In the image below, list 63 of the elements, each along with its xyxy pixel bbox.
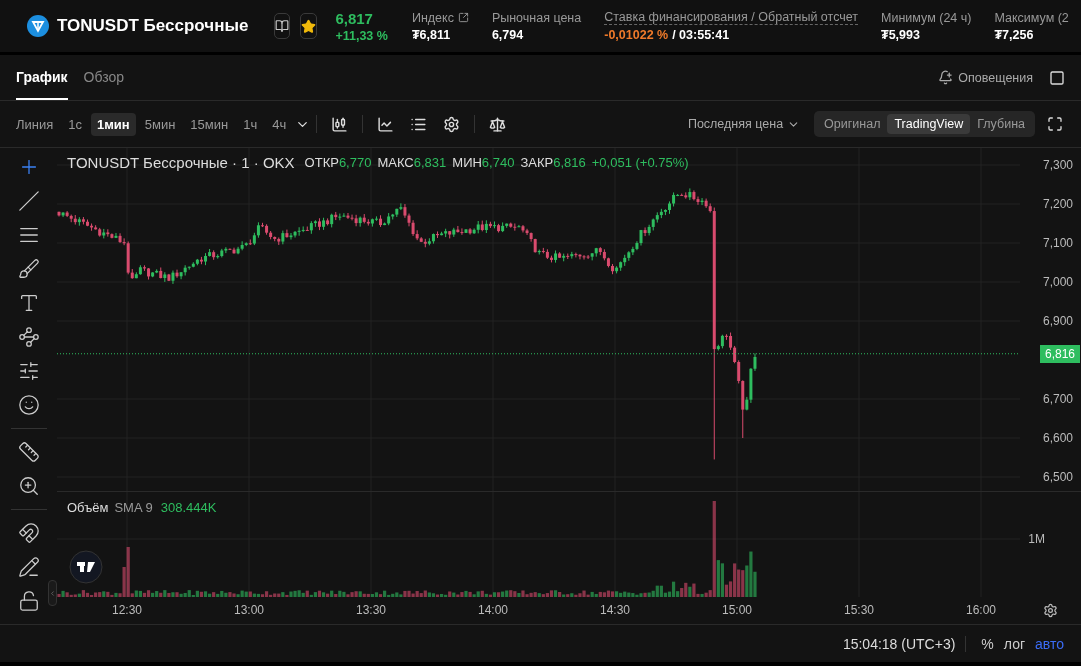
- interval-button[interactable]: Линия: [10, 112, 60, 136]
- view-option[interactable]: Глубина: [970, 114, 1032, 134]
- price-tick: 6,900: [1042, 314, 1073, 328]
- price-tick: 7,100: [1042, 236, 1073, 250]
- ohlc-label: МИН: [452, 155, 482, 170]
- price-change: +11,33 %: [335, 28, 388, 43]
- tab[interactable]: Обзор: [83, 55, 125, 100]
- time-tick: 13:30: [356, 603, 386, 617]
- ohlc-label: ЗАКР: [520, 155, 554, 170]
- ohlc-value: 6,831: [413, 155, 447, 170]
- stat-value: ₮6,811: [411, 27, 451, 42]
- tab[interactable]: График: [16, 55, 68, 100]
- interval-button[interactable]: 1мин: [91, 112, 136, 136]
- ohlc-label: ОТКР: [304, 155, 339, 170]
- scale-option[interactable]: %: [976, 635, 999, 652]
- interval-button[interactable]: 1ч: [237, 112, 264, 136]
- stat-value: -0,01022 %: [604, 28, 669, 42]
- price-source-dropdown[interactable]: Последняя цена: [681, 116, 807, 132]
- time-tick: 14:00: [478, 603, 508, 617]
- time-tick: 14:30: [600, 603, 630, 617]
- price-tick: 7,300: [1042, 158, 1073, 172]
- stat-label: Рыночная цена: [491, 10, 582, 25]
- price-tick: 7,200: [1042, 197, 1073, 211]
- ohlc-label: МАКС: [377, 155, 414, 170]
- clock-time: 15:04:18 (UTC+3): [842, 635, 967, 652]
- time-tick: 13:00: [234, 603, 264, 617]
- time-tick: 12:30: [112, 603, 142, 617]
- price-tick: 6,600: [1042, 431, 1073, 445]
- ohlc-value: 6,770: [338, 155, 372, 170]
- stat-value: ₮5,993: [881, 27, 920, 42]
- chart-title: TONUSDT Бессрочные · 1 · OKX: [67, 154, 295, 171]
- stat-label: Индекс: [411, 10, 454, 25]
- price-tick: 6,500: [1042, 470, 1073, 484]
- ohlc-value: 6,816: [553, 155, 586, 170]
- interval-button[interactable]: 5мин: [138, 112, 182, 136]
- volume-value: 308.444K: [160, 500, 217, 515]
- time-tick: 15:00: [722, 603, 752, 617]
- interval-button[interactable]: 1с: [62, 112, 88, 136]
- ohlc-value: 6,740: [481, 155, 515, 170]
- price-tick: 6,700: [1042, 392, 1073, 406]
- ohlc-change: +0,051 (+0.75%): [591, 155, 689, 170]
- last-price-tag: 6,816: [1039, 344, 1080, 363]
- stat-value: ₮7,256: [994, 27, 1034, 42]
- symbol-title: TONUSDT Бессрочные: [57, 16, 249, 36]
- view-option[interactable]: TradingView: [887, 114, 971, 134]
- time-tick: 16:00: [966, 603, 996, 617]
- last-price: 6,817: [335, 9, 374, 27]
- stat-value: 6,794: [491, 27, 524, 42]
- volume-tick: 1M: [1028, 532, 1045, 546]
- volume-label: Объём: [67, 500, 109, 515]
- stat-label: Максимум (2: [994, 10, 1069, 25]
- scale-option[interactable]: авто: [1030, 635, 1069, 652]
- view-option[interactable]: Оригинал: [817, 114, 888, 134]
- interval-button[interactable]: 15мин: [184, 112, 235, 136]
- alerts-button[interactable]: Оповещения: [938, 55, 1033, 100]
- scale-option[interactable]: лог: [998, 635, 1031, 652]
- price-tick: 7,000: [1042, 275, 1073, 289]
- time-tick: 15:30: [844, 603, 874, 617]
- indicator-label: SMA 9: [114, 500, 153, 515]
- stat-label: Минимум (24 ч): [881, 10, 972, 25]
- interval-button[interactable]: 4ч: [266, 112, 293, 136]
- stat-label: Ставка финансирования / Обратный отсчет: [604, 10, 859, 25]
- countdown-value: / 03:55:41: [672, 28, 730, 42]
